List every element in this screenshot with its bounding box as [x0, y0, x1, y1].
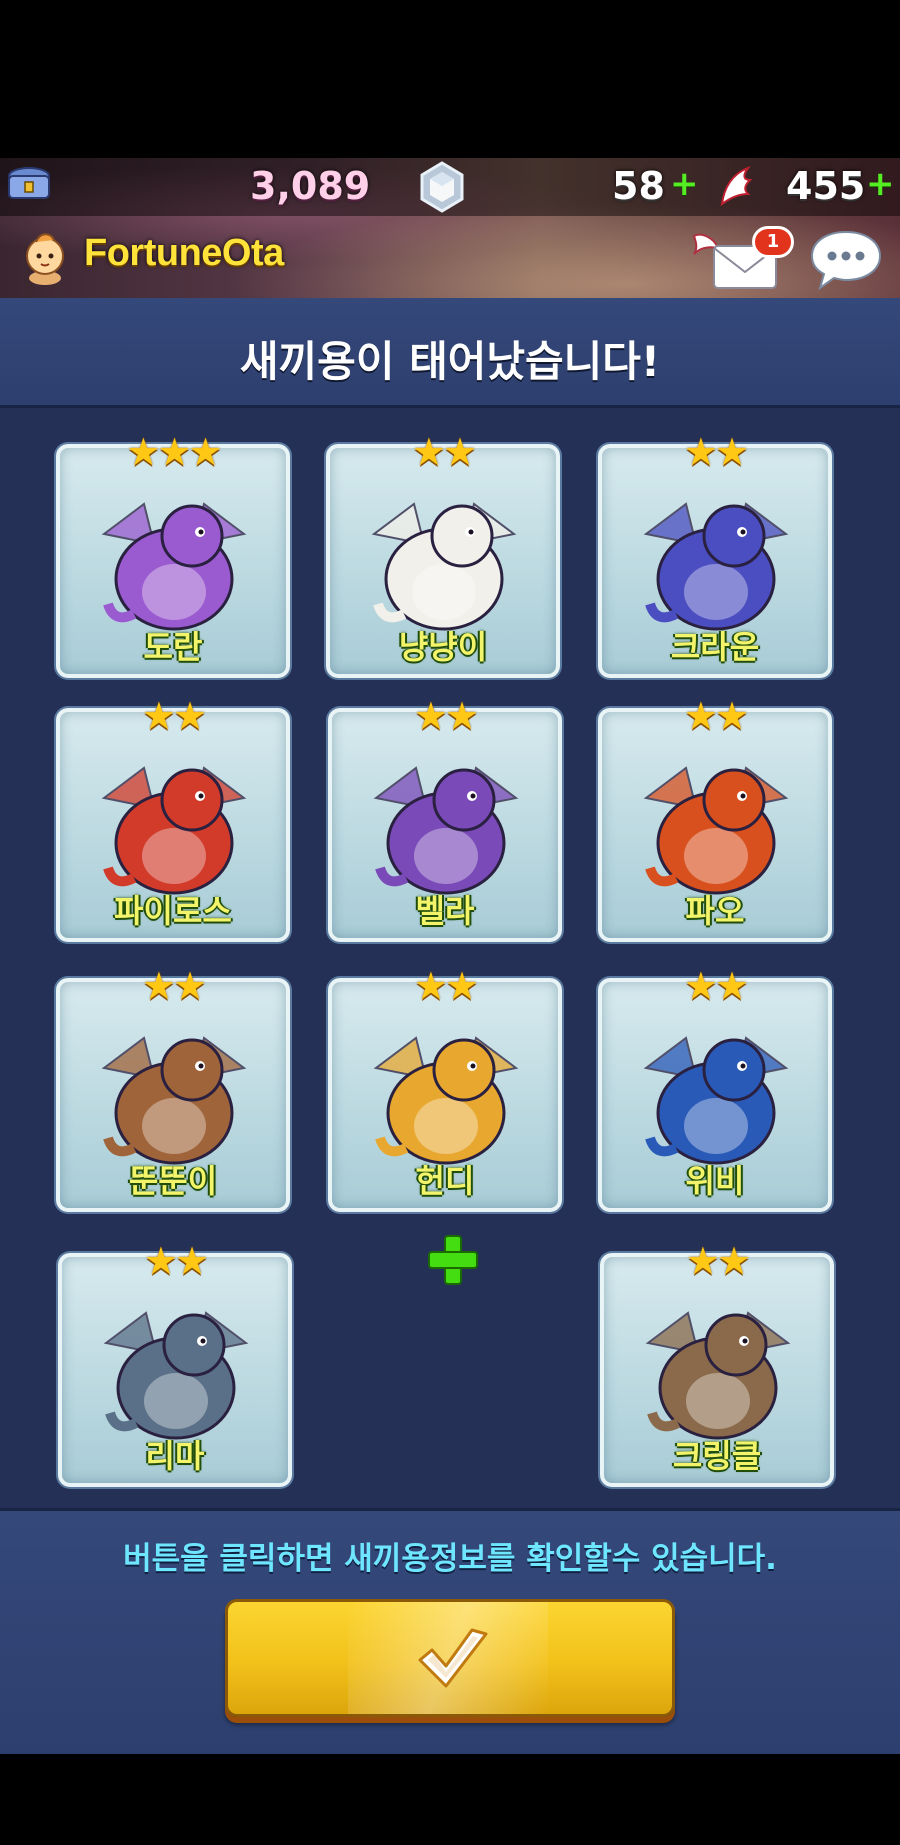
title-bar: 새끼용이 태어났습니다!	[0, 298, 900, 408]
bottom-letterbox	[0, 1754, 900, 1845]
dragon-card[interactable]: ★★ 벨라	[328, 694, 562, 942]
mail-count-badge: 1	[752, 226, 794, 258]
hearts-amount: 58	[612, 164, 665, 208]
star-rating: ★★	[411, 430, 477, 474]
dragon-portrait	[373, 766, 519, 895]
dragon-portrait	[643, 766, 789, 895]
add-wings-button[interactable]: +	[866, 164, 895, 204]
currency-bar: 3,089 58 + 455 +	[0, 158, 900, 216]
dragon-portrait	[643, 502, 789, 631]
star-rating: ★★	[413, 694, 479, 738]
chat-icon[interactable]	[808, 228, 884, 292]
dragon-name: 파이로스	[114, 892, 232, 930]
star-rating: ★★	[141, 694, 207, 738]
dragon-name: 위비	[685, 1162, 745, 1200]
avatar[interactable]	[20, 226, 70, 286]
wing-icon	[720, 165, 753, 207]
dragon-name: 뚠뚠이	[128, 1162, 218, 1200]
dragon-portrait	[101, 766, 247, 895]
dragon-portrait	[371, 502, 517, 631]
star-rating: ★★	[683, 964, 749, 1008]
dragon-card[interactable]: ★★ 헌디	[328, 964, 562, 1212]
top-letterbox	[0, 0, 900, 158]
dragon-name: 헌디	[415, 1162, 475, 1200]
dragon-name: 크링클	[672, 1437, 762, 1475]
star-rating: ★★★	[126, 430, 222, 474]
confirm-button[interactable]	[225, 1599, 675, 1717]
dragon-name: 파오	[685, 892, 745, 930]
dragon-name: 냥냥이	[398, 628, 488, 666]
dragon-card[interactable]: ★★ 냥냥이	[326, 430, 560, 678]
star-rating: ★★	[685, 1239, 751, 1283]
dragon-card[interactable]: ★★ 위비	[598, 964, 832, 1212]
dragon-portrait	[643, 1036, 789, 1165]
dragon-portrait	[645, 1311, 791, 1440]
info-text: 버튼을 클릭하면 새끼용정보를 확인할수 있습니다.	[123, 1541, 777, 1577]
star-rating: ★★	[141, 964, 207, 1008]
star-rating: ★★	[413, 964, 479, 1008]
dragon-name: 도란	[143, 628, 203, 666]
dragon-card[interactable]: ★★ 뚠뚠이	[56, 964, 290, 1212]
add-hearts-button[interactable]: +	[670, 164, 699, 204]
dragon-card[interactable]: ★★ 크링클	[600, 1239, 834, 1487]
info-bar: 버튼을 클릭하면 새끼용정보를 확인할수 있습니다.	[0, 1508, 900, 1754]
dragon-card[interactable]: ★★★ 도란	[56, 430, 290, 678]
star-rating: ★★	[683, 694, 749, 738]
dragon-portrait	[101, 502, 247, 631]
gem-icon[interactable]	[418, 160, 466, 214]
gold-amount: 3,089	[250, 164, 371, 208]
treasure-chest-icon[interactable]	[6, 166, 52, 204]
dragon-name: 벨라	[415, 892, 475, 930]
dragon-name: 리마	[145, 1437, 205, 1475]
dragon-card[interactable]: ★★ 파오	[598, 694, 832, 942]
username: FortuneOta	[84, 232, 284, 274]
dragon-portrait	[101, 1036, 247, 1165]
dragon-card[interactable]: ★★ 크라운	[598, 430, 832, 678]
plus-icon	[428, 1235, 478, 1285]
dragon-portrait	[373, 1036, 519, 1165]
check-icon	[418, 1628, 488, 1688]
star-rating: ★★	[683, 430, 749, 474]
dragon-card[interactable]: ★★ 파이로스	[56, 694, 290, 942]
star-rating: ★★	[143, 1239, 209, 1283]
dragon-name: 크라운	[670, 628, 760, 666]
dragon-portrait	[103, 1311, 249, 1440]
wings-amount: 455	[786, 164, 866, 208]
dialog-title: 새끼용이 태어났습니다!	[239, 337, 661, 386]
dragon-card[interactable]: ★★ 리마	[58, 1239, 292, 1487]
